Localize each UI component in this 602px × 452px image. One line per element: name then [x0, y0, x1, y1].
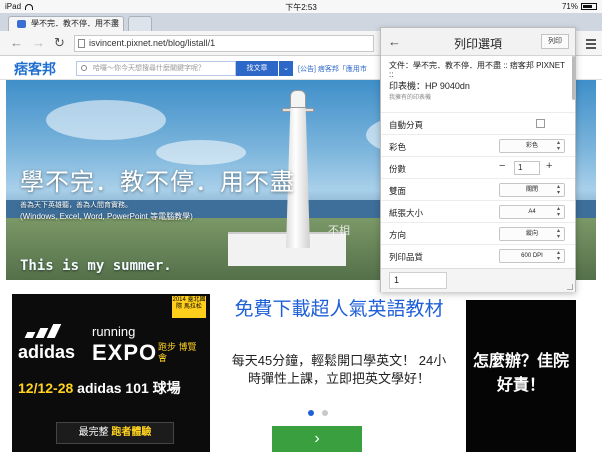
quality-select[interactable]: 600 DPI ▴ ▾: [499, 249, 565, 263]
increment-button[interactable]: +: [546, 160, 552, 172]
paper-size-select[interactable]: A4 ▴ ▾: [499, 205, 565, 219]
select-arrows-icon: ▴ ▾: [556, 206, 560, 218]
cta-prefix: 最完整: [78, 427, 109, 438]
paper-size-row: 紙張大小 A4 ▴ ▾: [381, 200, 575, 222]
site-logo[interactable]: 痞客邦: [14, 59, 56, 79]
right-ad[interactable]: 怎麼辦？佳院好責！: [466, 300, 576, 452]
ad-headline: 免費下載超人氣英語教材: [234, 299, 444, 320]
tab-active[interactable]: 學不完．教不停．用不盡 ×: [8, 16, 124, 31]
event-date: 12/12-28 adidas 101 球場: [18, 378, 181, 398]
scrollbar[interactable]: [572, 56, 575, 100]
running-label: running: [92, 324, 136, 339]
ad-body: 每天45分鐘，輕鬆開口學英文！ 24小時彈性上課，立即把英文學好！: [231, 353, 447, 386]
copies-input[interactable]: 1: [514, 161, 540, 175]
cta-highlight: 跑者體驗: [111, 427, 152, 438]
tab-close-icon[interactable]: ×: [113, 17, 118, 30]
collate-row: 自動分頁: [381, 112, 575, 134]
color-row: 彩色 彩色 ▴ ▾: [381, 134, 575, 156]
orientation-select[interactable]: 縱向 ▴ ▾: [499, 227, 565, 241]
banner-title: 學不完．教不停．用不盡: [20, 169, 295, 196]
quality-label: 列印品質: [389, 252, 424, 262]
document-name: 文件：學不完．教不停．用不盡 :: 痞客邦 PIXNET ::: [389, 61, 565, 79]
tab-title: 學不完．教不停．用不盡: [31, 19, 119, 28]
paper-size-label: 紙張大小: [389, 208, 424, 218]
select-arrows-icon: ▴ ▾: [556, 228, 560, 240]
page-range-input[interactable]: 1: [389, 272, 447, 289]
right-ad-text: 怎麼辦？佳院好責！: [472, 353, 569, 394]
collate-checkbox[interactable]: [536, 119, 545, 128]
decrement-button[interactable]: −: [499, 160, 505, 172]
back-arrow-icon[interactable]: ←: [10, 35, 23, 50]
collate-label: 自動分頁: [389, 120, 424, 130]
color-label: 彩色: [389, 142, 407, 152]
banner-subtitle-2: (Windows, Excel, Word, PowerPoint 等電腦教學): [20, 212, 193, 221]
banner-subtitle: 善為天下英雄聽，善為人間育實務。: [20, 202, 132, 209]
quality-row: 列印品質 600 DPI ▴ ▾: [381, 244, 575, 266]
adidas-logo-icon: [22, 324, 82, 338]
copies-row: 份數 − 1 +: [381, 156, 575, 178]
print-options-popover: ← 列印選項 列印 文件：學不完．教不停．用不盡 :: 痞客邦 PIXNET :…: [380, 27, 576, 292]
color-select[interactable]: 彩色 ▴ ▾: [499, 139, 565, 153]
search-icon: [81, 65, 87, 71]
ad-go-button[interactable]: ›: [272, 426, 362, 452]
page-range-bar: 1: [381, 268, 575, 292]
duplex-select[interactable]: 關閉 ▴ ▾: [499, 183, 565, 197]
site-search-input[interactable]: 哈囉～你今天想搜尋什麼關鍵字呢？: [76, 61, 236, 76]
carousel-dot[interactable]: [322, 410, 328, 416]
page-icon: [78, 39, 85, 48]
marathon-badge: 2014 臺北國際 馬拉松: [172, 296, 206, 318]
status-bar: iPad 下午2:53 71%: [0, 0, 602, 13]
forward-arrow-icon[interactable]: →: [32, 35, 45, 50]
resize-grip-icon[interactable]: [567, 284, 573, 290]
brand-name: adidas: [18, 342, 76, 362]
expo-label: EXPO: [92, 340, 158, 365]
announcement-link[interactable]: [公告] 痞客邦「應用市: [298, 64, 367, 74]
printer-subtitle: 我擁有的印表機: [389, 95, 432, 101]
search-placeholder: 哈囉～你今天想搜尋什麼關鍵字呢？: [93, 65, 205, 72]
battery-icon: [581, 3, 597, 10]
select-arrows-icon: ▴ ▾: [556, 250, 560, 262]
select-arrows-icon: ▴ ▾: [556, 140, 560, 152]
duplex-row: 雙面 關閉 ▴ ▾: [381, 178, 575, 200]
orientation-label: 方向: [389, 230, 407, 240]
url-text: isvincent.pixnet.net/blog/listall/1: [89, 38, 216, 48]
printer-name[interactable]: 印表機：HP 9040dn: [389, 81, 470, 91]
clock: 下午2:53: [285, 3, 317, 12]
carousel-dot-active[interactable]: [308, 410, 314, 416]
print-header: ← 列印選項 列印: [381, 28, 575, 56]
print-button[interactable]: 列印: [541, 34, 569, 49]
reload-icon[interactable]: ↻: [54, 35, 65, 51]
banner-script-text: This is my summer.: [20, 258, 172, 274]
find-article-button[interactable]: 找文章: [236, 61, 278, 76]
new-tab-button[interactable]: [128, 16, 152, 31]
menu-icon[interactable]: [586, 39, 596, 51]
duplex-label: 雙面: [389, 186, 407, 196]
ad-cta-button[interactable]: 最完整 跑者體驗: [56, 422, 174, 444]
banner-sign: 不相: [328, 225, 350, 237]
select-arrows-icon: ▴ ▾: [556, 184, 560, 196]
copies-label: 份數: [389, 164, 407, 174]
venue: adidas 101 球場: [77, 380, 181, 396]
battery-percent: 71%: [561, 2, 578, 11]
orientation-row: 方向 縱向 ▴ ▾: [381, 222, 575, 244]
english-course-ad[interactable]: 免費下載超人氣英語教材 每天45分鐘，輕鬆開口學英文！ 24小時彈性上課，立即把…: [216, 294, 462, 452]
expo-chinese-label: 跑步 博覽會: [158, 342, 197, 363]
adidas-ad[interactable]: 2014 臺北國際 馬拉松 adidas running EXPO 跑步 博覽會…: [12, 294, 210, 452]
address-bar[interactable]: isvincent.pixnet.net/blog/listall/1: [74, 35, 374, 52]
search-dropdown-icon[interactable]: ⌄: [279, 61, 293, 76]
date-range: 12/12-28: [18, 380, 74, 396]
favicon-icon: [17, 20, 26, 28]
